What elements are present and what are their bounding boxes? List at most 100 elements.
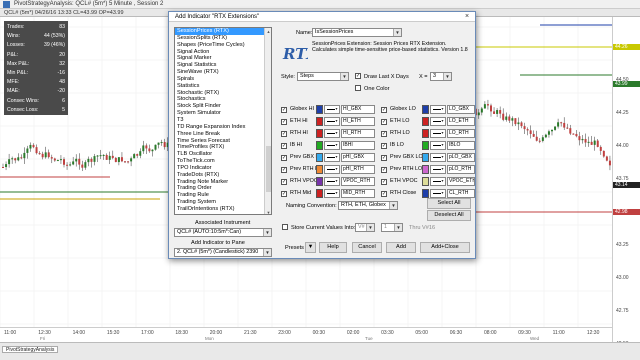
indicator-list-item[interactable]: Statistics xyxy=(175,83,271,90)
indicator-list-item[interactable]: ToTheTick.com xyxy=(175,158,271,165)
line-style-select[interactable]: ▼ xyxy=(430,189,446,198)
help-button[interactable]: Help xyxy=(319,242,347,253)
indicator-list-item[interactable]: Signal Statistics xyxy=(175,62,271,69)
line-name-input[interactable]: pLO_GBX xyxy=(447,153,475,162)
session-line-checkbox[interactable]: ✓ xyxy=(381,167,387,173)
color-swatch[interactable] xyxy=(316,141,323,150)
line-name-input[interactable]: CL_RTH xyxy=(447,189,475,198)
indicator-list-item[interactable]: Trading Note Marker xyxy=(175,179,271,186)
indicator-list-item[interactable]: Signal Marker xyxy=(175,55,271,62)
indicator-list-item[interactable]: Stock Split Finder xyxy=(175,103,271,110)
color-swatch[interactable] xyxy=(316,129,323,138)
session-line-checkbox[interactable]: ✓ xyxy=(281,155,287,161)
color-swatch[interactable] xyxy=(422,141,429,150)
line-style-select[interactable]: ▼ xyxy=(430,129,446,138)
line-name-input[interactable]: HI_ETH xyxy=(341,117,375,126)
indicator-list-item[interactable]: Trading System xyxy=(175,199,271,206)
indicator-list-item[interactable]: Trading Order xyxy=(175,185,271,192)
indicator-list-item[interactable]: Time Series Forecast xyxy=(175,138,271,145)
line-name-input[interactable]: MID_RTH xyxy=(341,189,375,198)
indicator-list-item[interactable]: Stochastic (RTX) xyxy=(175,90,271,97)
store-var-select[interactable]: V# ▼ xyxy=(355,223,375,232)
line-name-input[interactable]: LO_GBX xyxy=(447,105,475,114)
one-color-checkbox[interactable] xyxy=(355,85,361,91)
line-style-select[interactable]: ▼ xyxy=(430,165,446,174)
indicator-list-item[interactable]: Trading Rule xyxy=(175,192,271,199)
session-line-checkbox[interactable]: ✓ xyxy=(281,167,287,173)
indicator-list-item[interactable]: TrailOrIntentions (RTX) xyxy=(175,206,271,213)
indicator-list-item[interactable]: Signal Action xyxy=(175,49,271,56)
line-name-input[interactable]: IBHI xyxy=(341,141,375,150)
session-line-checkbox[interactable]: ✓ xyxy=(381,119,387,125)
line-style-select[interactable]: ▼ xyxy=(430,153,446,162)
session-line-checkbox[interactable]: ✓ xyxy=(281,107,287,113)
session-line-checkbox[interactable]: ✓ xyxy=(381,155,387,161)
line-name-input[interactable]: LO_ETH xyxy=(447,117,475,126)
line-style-select[interactable]: ▼ xyxy=(324,117,340,126)
line-style-select[interactable]: ▼ xyxy=(324,189,340,198)
indicator-list-item[interactable]: TD Range Expansion Index xyxy=(175,124,271,131)
select-all-button[interactable]: Select All xyxy=(427,198,471,209)
line-style-select[interactable]: ▼ xyxy=(324,141,340,150)
line-style-select[interactable]: ▼ xyxy=(324,105,340,114)
color-swatch[interactable] xyxy=(316,117,323,126)
store-from-select[interactable]: 1 ▼ xyxy=(381,223,403,232)
indicator-list-item[interactable]: TPO Indicator xyxy=(175,165,271,172)
indicator-list-item[interactable]: Shapes (PriceTime Cycles) xyxy=(175,42,271,49)
session-line-checkbox[interactable]: ✓ xyxy=(281,179,287,185)
session-line-checkbox[interactable]: ✓ xyxy=(381,191,387,197)
session-line-checkbox[interactable]: ✓ xyxy=(381,179,387,185)
naming-convention-select[interactable]: RTH, ETH, Globex ▼ xyxy=(338,201,398,210)
line-name-input[interactable]: pLO_RTH xyxy=(447,165,475,174)
line-style-select[interactable]: ▼ xyxy=(324,165,340,174)
scroll-up-icon[interactable]: ▲ xyxy=(265,28,271,35)
style-select[interactable]: Steps ▼ xyxy=(297,72,349,81)
session-line-checkbox[interactable]: ✓ xyxy=(281,143,287,149)
indicator-list-item[interactable]: T3 xyxy=(175,117,271,124)
color-swatch[interactable] xyxy=(422,177,429,186)
dialog-title-bar[interactable]: Add Indicator "RTX Extensions" × xyxy=(169,12,475,22)
session-line-checkbox[interactable]: ✓ xyxy=(381,107,387,113)
add-button[interactable]: Add xyxy=(386,242,416,253)
indicator-list-item[interactable]: TradeDots (RTX) xyxy=(175,172,271,179)
cancel-button[interactable]: Cancel xyxy=(352,242,382,253)
presets-dropdown-button[interactable]: ▼ xyxy=(305,242,316,253)
add-close-button[interactable]: Add+Close xyxy=(420,242,470,253)
line-style-select[interactable]: ▼ xyxy=(324,177,340,186)
scroll-down-icon[interactable]: ▼ xyxy=(265,209,271,214)
color-swatch[interactable] xyxy=(422,117,429,126)
color-swatch[interactable] xyxy=(316,189,323,198)
time-axis[interactable]: 11:00 12:30 14:00 15:30 17:00 18:30 20:00 21:30… xyxy=(0,327,612,342)
line-style-select[interactable]: ▼ xyxy=(324,129,340,138)
color-swatch[interactable] xyxy=(422,129,429,138)
session-line-checkbox[interactable]: ✓ xyxy=(381,143,387,149)
x-days-select[interactable]: 3 ▼ xyxy=(430,72,452,81)
indicator-list-item[interactable]: TLB Oscillator xyxy=(175,151,271,158)
color-swatch[interactable] xyxy=(422,165,429,174)
indicator-list-item[interactable]: SessionSplits (RTX) xyxy=(175,35,271,42)
line-name-input[interactable]: HI_RTH xyxy=(341,129,375,138)
deselect-all-button[interactable]: Deselect All xyxy=(427,210,471,221)
session-line-checkbox[interactable]: ✓ xyxy=(281,191,287,197)
line-name-input[interactable]: HI_GBX xyxy=(341,105,375,114)
indicator-list-item[interactable]: System Simulator xyxy=(175,110,271,117)
associated-instrument-select[interactable]: QCL# (AUTO:10:5m*:Can) ▼ xyxy=(174,228,272,237)
store-values-checkbox[interactable] xyxy=(282,224,288,230)
line-name-input[interactable]: VPOC_ETH xyxy=(447,177,475,186)
indicator-list-item[interactable]: Three Line Break xyxy=(175,131,271,138)
line-style-select[interactable]: ▼ xyxy=(430,177,446,186)
line-name-input[interactable]: pHI_GBX xyxy=(341,153,375,162)
line-style-select[interactable]: ▼ xyxy=(430,105,446,114)
indicator-list[interactable]: SessionPrices (RTX) SessionSplits (RTX) Sh… xyxy=(174,27,272,215)
color-swatch[interactable] xyxy=(316,153,323,162)
color-swatch[interactable] xyxy=(422,105,429,114)
line-style-select[interactable]: ▼ xyxy=(324,153,340,162)
line-style-select[interactable]: ▼ xyxy=(430,117,446,126)
indicator-list-item[interactable]: TimeProfiles (RTX) xyxy=(175,144,271,151)
indicator-list-item[interactable]: Stochastics xyxy=(175,96,271,103)
color-swatch[interactable] xyxy=(422,153,429,162)
line-style-select[interactable]: ▼ xyxy=(430,141,446,150)
close-icon[interactable]: × xyxy=(462,12,472,22)
color-swatch[interactable] xyxy=(422,189,429,198)
workspace-tab[interactable]: PivotStrategyAnalysis xyxy=(2,346,59,353)
